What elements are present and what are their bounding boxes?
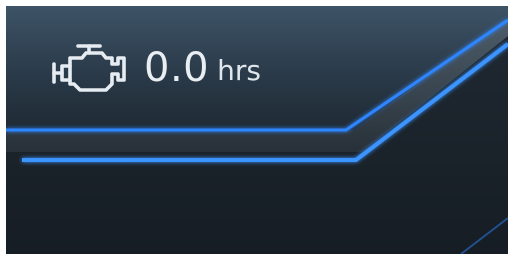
engine-hours-display: 0.0 hrs xyxy=(6,6,508,254)
engine-hours-value: 0.0 xyxy=(144,45,210,91)
engine-icon xyxy=(52,44,126,92)
engine-hours-readout: 0.0 hrs xyxy=(48,38,261,98)
engine-hours-unit: hrs xyxy=(217,54,261,87)
